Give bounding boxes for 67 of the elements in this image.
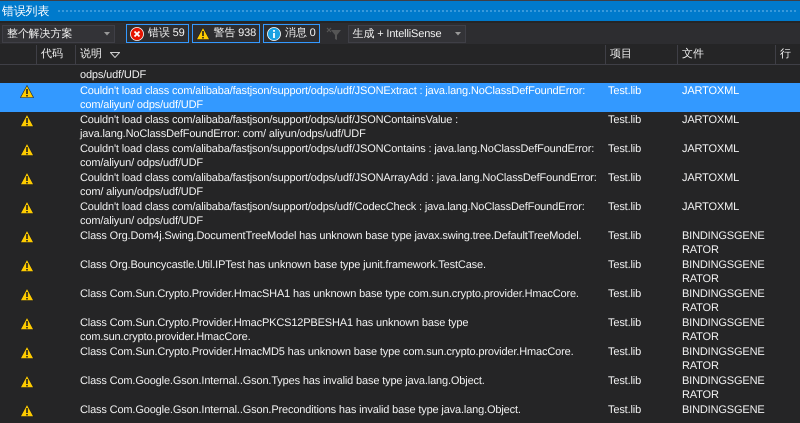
table-cell: Couldn't load class com/alibaba/fastjson/support/odps/udf/JSONExtract : java.lang.NoClassDefFoundError: com/aliyun/ odps/udf/UDF (80, 85, 586, 111)
table-cell: Couldn't load class com/alibaba/fastjson/support/odps/udf/JSONContainsValue : java.lang.NoClassDefFoundError: com/ aliyun/odps/udf/UDF (80, 114, 458, 140)
warning-icon (20, 288, 34, 301)
sort-caret-icon (110, 52, 120, 58)
warning-icon (20, 259, 34, 272)
column-header[interactable]: 代码 (37, 45, 76, 64)
table-cell: Test.lib (608, 259, 642, 271)
warning-icon (20, 143, 34, 156)
table-cell: Test.lib (608, 230, 642, 242)
warning-icon (20, 114, 34, 127)
table-cell: Test.lib (608, 143, 642, 155)
table-cell: Class Org.Bouncycastle.Util.IPTest has unknown base type junit.framework.TestCase. (80, 259, 486, 271)
warning-icon (20, 346, 34, 359)
window-title: 错误列表 (2, 3, 50, 20)
table-cell: Class Com.Sun.Crypto.Provider.HmacPKCS12PBESHA1 has unknown base type com.sun.crypto.provider.HmacCore. (80, 317, 468, 343)
table-cell: BINDINGSGENE RATOR (682, 317, 765, 343)
table-cell: Class Org.Dom4j.Swing.DocumentTreeModel has unknown base type javax.swing.tree.DefaultTreeModel. (80, 230, 582, 242)
warning-icon (20, 201, 34, 214)
filter-toggle-button[interactable]: 消息 0 (263, 24, 320, 43)
filter-toggle-button[interactable]: 警告 938 (192, 24, 260, 43)
source-dropdown[interactable]: 生成 + IntelliSense (348, 24, 466, 42)
table-cell: Test.lib (608, 375, 642, 387)
error-list-row[interactable]: odps/udf/UDF (0, 65, 800, 83)
error-icon (130, 26, 144, 40)
warning-icon (20, 317, 34, 330)
table-cell: JARTOXML (682, 85, 740, 97)
table-cell: BINDINGSGENE RATOR (682, 230, 765, 256)
warning-icon (20, 230, 34, 243)
table-cell-text: odps/udf/UDF (79, 68, 148, 82)
scope-dropdown[interactable]: 整个解决方案 (2, 24, 115, 42)
table-cell: Test.lib (608, 404, 642, 416)
table-cell: Test.lib (608, 85, 642, 97)
dropdown-caret-icon (454, 32, 461, 36)
table-cell: Class Com.Google.Gson.Internal..Gson.Preconditions has invalid base type java.lang.Object. (80, 404, 521, 416)
table-cell: Couldn't load class com/alibaba/fastjson/support/odps/udf/CodecCheck : java.lang.NoClassDefFoundError: com/aliyun/ odps/udf/UDF (80, 201, 585, 227)
filter-toggle-button[interactable]: 错误 59 (126, 24, 189, 43)
table-cell: Couldn't load class com/alibaba/fastjson/support/odps/udf/JSONContains : java.lang.NoClassDefFoundError: com/aliyun/ odps/udf/UDF (80, 143, 594, 169)
column-header[interactable]: 行 (776, 45, 800, 64)
table-cell: Test.lib (608, 201, 642, 213)
table-cell: Test.lib (608, 346, 642, 358)
table-cell: BINDINGSGENE RATOR (682, 346, 765, 372)
table-cell: Couldn't load class com/alibaba/fastjson/support/odps/udf/JSONArrayAdd : java.lang.NoClassDefFoundError: com/ aliyun/odps/udf/UDF (80, 172, 597, 198)
dropdown-caret-icon (104, 32, 110, 36)
column-header[interactable]: 说明 (76, 45, 606, 64)
warning-icon (196, 27, 210, 40)
table-cell: JARTOXML (682, 114, 740, 126)
table-cell: BINDINGSGENE (682, 404, 765, 416)
table-cell: Test.lib (608, 172, 642, 184)
warning-icon (20, 375, 34, 388)
table-cell: Class Com.Sun.Crypto.Provider.HmacSHA1 has unknown base type com.sun.crypto.provider.HmacCore. (80, 288, 579, 300)
table-cell: BINDINGSGENE RATOR (682, 259, 765, 285)
warning-icon (20, 85, 34, 98)
table-cell: BINDINGSGENE RATOR (682, 375, 765, 401)
table-cell: Test.lib (608, 288, 642, 300)
table-cell: JARTOXML (682, 143, 740, 155)
table-cell: Class Com.Google.Gson.Internal..Gson.Types has invalid base type java.lang.Object. (80, 375, 485, 387)
table-cell: JARTOXML (682, 201, 740, 213)
table-cell: JARTOXML (682, 172, 740, 184)
warning-icon (20, 404, 34, 417)
table-cell: BINDINGSGENE RATOR (682, 288, 765, 314)
info-icon (267, 26, 282, 40)
column-header[interactable]: 项目 (606, 45, 678, 64)
table-cell: Test.lib (608, 114, 642, 126)
column-header[interactable]: 文件 (678, 45, 776, 64)
warning-icon (20, 172, 34, 185)
table-cell: Test.lib (608, 317, 642, 329)
table-cell: Class Com.Sun.Crypto.Provider.HmacMD5 has unknown base type com.sun.crypto.provider.HmacCore. (80, 346, 574, 358)
